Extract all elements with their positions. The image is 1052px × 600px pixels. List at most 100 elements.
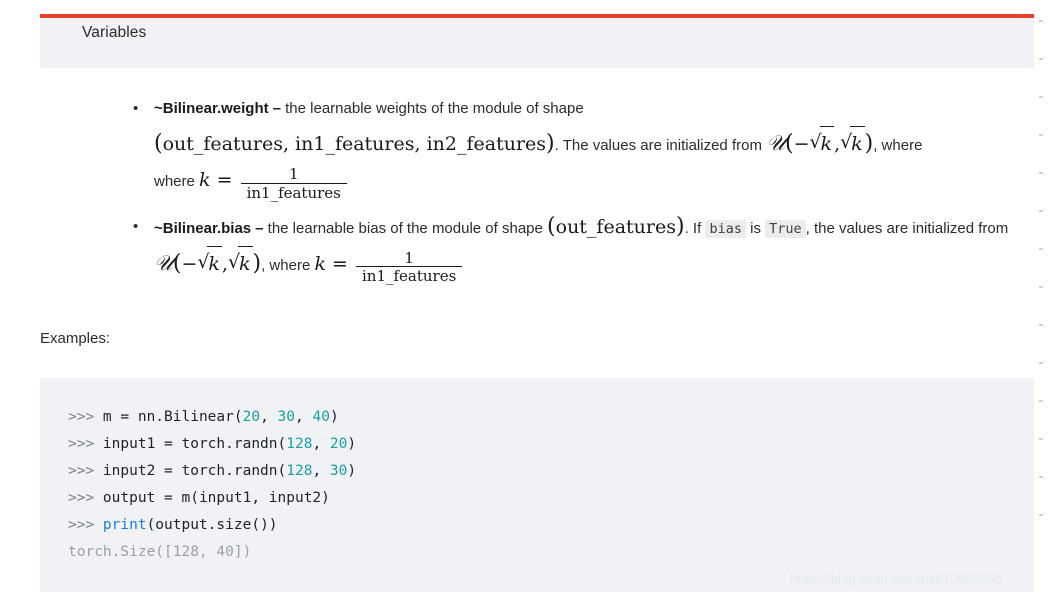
variable-dash: – [272, 100, 281, 117]
math-minus: − [793, 133, 810, 155]
math-sqrt-k-pos-2: k [228, 245, 253, 281]
math-rparen-4: ) [252, 250, 262, 276]
math-numerator-2: 1 [404, 248, 414, 267]
edge-mark [1039, 248, 1043, 250]
code-token-num: 30 [329, 463, 348, 479]
code-token-code: m = nn.Bilinear( [102, 409, 243, 425]
code-line: >>> m = nn.Bilinear(20, 30, 40) [68, 404, 1034, 431]
edge-mark [1039, 172, 1043, 174]
code-token-code: , [295, 409, 313, 425]
variable-name-bias: ~Bilinear.bias [154, 219, 252, 237]
variable-desc-weight-2: . The values are initialized from [554, 137, 762, 154]
code-token-num: 20 [329, 436, 348, 452]
code-token-code: , [312, 436, 330, 452]
math-cal-u: 𝒰 [766, 131, 786, 155]
math-uniform-weight: 𝒰(−k,k) [766, 125, 874, 159]
math-denominator-2: in1_features [356, 266, 463, 285]
code-token-code: input2 = torch.randn( [102, 463, 287, 479]
code-token-code: ) [347, 463, 357, 479]
math-k-3: k [207, 245, 222, 281]
math-k-4: k [237, 245, 253, 281]
math-lparen-4: ( [172, 250, 182, 276]
code-literal-true: True [765, 219, 806, 238]
code-token-code: ) [329, 409, 339, 425]
edge-mark [1039, 400, 1043, 402]
math-lparen: ( [154, 131, 163, 156]
edge-mark [1039, 324, 1043, 326]
variables-section-band [40, 14, 1034, 68]
variable-desc-weight-3: , where [873, 137, 923, 154]
math-shape-bias-text: out_features [555, 215, 676, 238]
variable-desc-bias-1: the learnable bias of the module of shap… [267, 219, 543, 237]
math-lparen-2: ( [785, 131, 794, 156]
math-denominator: in1_features [240, 182, 347, 202]
math-rparen-3: ) [676, 213, 685, 239]
variable-desc-bias-2: . If [684, 219, 702, 237]
math-k-1: k [819, 126, 835, 161]
math-cal-u-2: 𝒰 [154, 250, 173, 275]
math-where-label: where [154, 173, 195, 190]
examples-label: Examples: [40, 330, 111, 347]
code-token-num: 30 [277, 409, 296, 425]
code-token-builtin: print [102, 517, 147, 533]
math-k-2: k [850, 126, 865, 161]
math-equals-2: = [332, 252, 348, 275]
code-token-num: 40 [312, 409, 330, 425]
math-k-var: k [199, 169, 211, 191]
watermark: https://blog.csdn.net/xpy870663266 [790, 571, 1003, 586]
edge-mark [1039, 476, 1043, 478]
code-prompt: >>> [68, 517, 103, 533]
bullet-dot: • [133, 217, 139, 235]
code-line: >>> input1 = torch.randn(128, 20) [68, 431, 1034, 458]
doc-page: Variables • ~Bilinear.weight – the learna… [0, 0, 1052, 600]
variable-desc-bias-4: , the values are initialized from [805, 219, 1009, 237]
code-token-code: , [312, 463, 330, 479]
math-lparen-3: ( [547, 213, 556, 239]
code-token-code: output = m(input1, input2) [102, 490, 330, 506]
bullet-dot: • [133, 100, 139, 117]
code-token-num: 20 [242, 409, 261, 425]
edge-mark [1039, 286, 1043, 288]
variable-dash: – [255, 219, 264, 237]
math-sqrt-k-neg: k [810, 125, 835, 161]
math-fraction-2: 1 in1_features [356, 248, 463, 286]
math-sqrt-k-neg-2: k [197, 245, 222, 281]
code-prompt: >>> [68, 463, 103, 479]
math-equals: = [216, 169, 233, 191]
code-prompt: >>> [68, 490, 103, 506]
edge-mark [1039, 438, 1043, 440]
variables-section-title: Variables [82, 24, 147, 41]
code-token-code: , [260, 409, 278, 425]
math-minus-2: − [181, 252, 198, 275]
page-edge-marks [1039, 20, 1049, 590]
math-shape-weight-text: out_features, in1_features, in2_features [162, 133, 547, 155]
math-fraction: 1 in1_features [240, 166, 347, 202]
edge-mark [1039, 20, 1043, 22]
edge-mark [1039, 96, 1043, 98]
code-token-code: (output.size()) [146, 517, 278, 533]
code-token-code: input1 = torch.randn( [102, 436, 287, 452]
code-token-code: ) [347, 436, 357, 452]
list-item: • ~Bilinear.bias – the learnable bias of … [128, 210, 1028, 286]
code-literal-bias: bias [705, 219, 746, 238]
code-token-num: 128 [286, 463, 313, 479]
code-line: >>> output = m(input1, input2) [68, 485, 1034, 512]
math-uniform-bias: 𝒰(−k,k) [154, 245, 262, 279]
edge-mark [1039, 134, 1043, 136]
code-prompt: >>> [68, 436, 103, 452]
code-block[interactable]: >>> m = nn.Bilinear(20, 30, 40) >>> input… [40, 378, 1034, 592]
list-item: • ~Bilinear.weight – the learnable weight… [128, 92, 1028, 202]
code-line: >>> print(output.size()) [68, 512, 1034, 539]
code-prompt: >>> [68, 409, 103, 425]
variable-desc-weight-1: the learnable weights of the module of s… [285, 100, 584, 117]
math-rparen-2: ) [864, 131, 874, 156]
code-line: >>> input2 = torch.randn(128, 30) [68, 458, 1034, 485]
edge-mark [1039, 362, 1043, 364]
variable-desc-bias-3: is [750, 219, 761, 237]
variable-name-weight: ~Bilinear.weight [154, 100, 269, 117]
code-token-num: 128 [286, 436, 313, 452]
variables-list: • ~Bilinear.weight – the learnable weight… [128, 92, 1028, 293]
code-line: torch.Size([128, 40]) [68, 539, 1034, 566]
math-shape-bias: (out_features) [547, 213, 685, 239]
variable-desc-bias-5: , where [261, 256, 311, 274]
